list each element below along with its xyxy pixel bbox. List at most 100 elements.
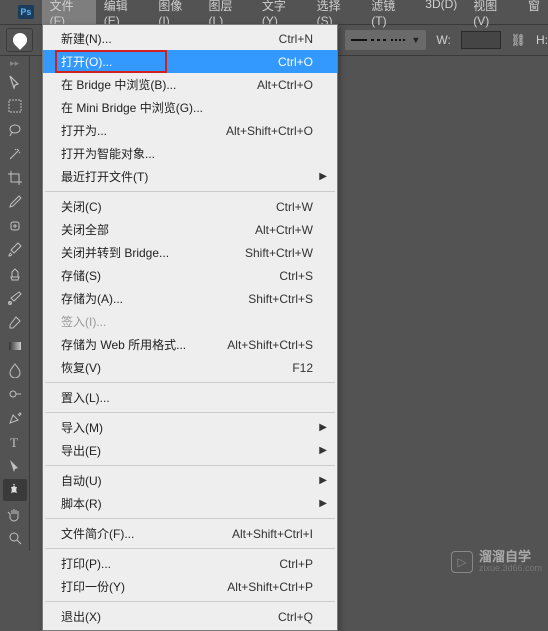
menu-item-label: 打印一份(Y) — [61, 578, 125, 595]
menu-item-shortcut: Ctrl+O — [278, 55, 313, 69]
menu-item-label: 关闭并转到 Bridge... — [61, 244, 169, 261]
menu-item-shortcut: Ctrl+W — [276, 200, 313, 214]
magic-wand-tool[interactable] — [3, 143, 27, 165]
menu-separator — [45, 548, 335, 549]
menu-item[interactable]: 新建(N)...Ctrl+N — [43, 27, 337, 50]
menu-7[interactable]: 3D(D) — [417, 0, 465, 32]
tools-panel: ▸▸ T — [0, 56, 30, 551]
dashed-line-icon — [371, 39, 387, 41]
menu-item-shortcut: Alt+Shift+Ctrl+I — [232, 527, 313, 541]
history-brush-tool[interactable] — [3, 287, 27, 309]
marquee-tool[interactable] — [3, 95, 27, 117]
gradient-tool[interactable] — [3, 335, 27, 357]
menu-item[interactable]: 恢复(V)F12 — [43, 356, 337, 379]
menu-separator — [45, 382, 335, 383]
menu-item[interactable]: 自动(U) ▶ — [43, 469, 337, 492]
lasso-tool[interactable] — [3, 119, 27, 141]
menu-item[interactable]: 存储(S) Ctrl+S — [43, 264, 337, 287]
menu-item-label: 签入(I)... — [61, 313, 106, 330]
menu-item-shortcut: Ctrl+P — [279, 557, 313, 571]
watermark-brand: 溜溜自学 — [479, 550, 542, 564]
eraser-tool[interactable] — [3, 311, 27, 333]
menu-9[interactable]: 窗 — [520, 0, 548, 32]
clone-stamp-tool[interactable] — [3, 263, 27, 285]
menu-item[interactable]: 存储为 Web 所用格式...Alt+Shift+Ctrl+S — [43, 333, 337, 356]
width-input[interactable] — [461, 31, 501, 49]
menu-item[interactable]: 文件简介(F)...Alt+Shift+Ctrl+I — [43, 522, 337, 545]
menu-item[interactable]: 导入(M)▶ — [43, 416, 337, 439]
shape-tool-preset[interactable] — [6, 28, 33, 52]
watermark: ▷ 溜溜自学 zixue.3d66.com — [451, 550, 542, 574]
menu-item[interactable]: 脚本(R) ▶ — [43, 492, 337, 515]
menu-item-label: 置入(L)... — [61, 389, 110, 406]
menu-item[interactable]: 在 Bridge 中浏览(B)...Alt+Ctrl+O — [43, 73, 337, 96]
link-wh-icon[interactable]: ⛓ — [511, 33, 526, 47]
menu-item[interactable]: 打印一份(Y)Alt+Shift+Ctrl+P — [43, 575, 337, 598]
menu-8[interactable]: 视图(V) — [465, 0, 520, 32]
stroke-style-picker[interactable]: ▼ — [345, 30, 426, 50]
crop-tool[interactable] — [3, 167, 27, 189]
menu-item-shortcut: Alt+Shift+Ctrl+O — [226, 124, 313, 138]
hand-tool[interactable] — [3, 503, 27, 525]
menu-item-label: 导出(E) — [61, 442, 101, 459]
menu-item-label: 在 Mini Bridge 中浏览(G)... — [61, 99, 203, 116]
brush-tool[interactable] — [3, 239, 27, 261]
submenu-arrow-icon: ▶ — [319, 475, 327, 486]
menu-item-label: 自动(U) — [61, 472, 102, 489]
ps-logo-icon: Ps — [18, 5, 34, 19]
healing-brush-tool[interactable] — [3, 215, 27, 237]
custom-shape-tool[interactable] — [3, 479, 27, 501]
submenu-arrow-icon: ▶ — [319, 498, 327, 509]
dodge-tool[interactable] — [3, 383, 27, 405]
menu-separator — [45, 412, 335, 413]
menu-item[interactable]: 打开为... Alt+Shift+Ctrl+O — [43, 119, 337, 142]
height-label: H: — [536, 33, 548, 47]
custom-shape-icon — [10, 30, 30, 50]
watermark-url: zixue.3d66.com — [479, 564, 542, 574]
menu-item-label: 恢复(V) — [61, 359, 101, 376]
width-label: W: — [436, 33, 450, 47]
menu-separator — [45, 518, 335, 519]
submenu-arrow-icon: ▶ — [319, 445, 327, 456]
move-tool[interactable] — [3, 71, 27, 93]
menu-item-label: 关闭(C) — [61, 198, 102, 215]
menu-item-shortcut: Ctrl+S — [279, 269, 313, 283]
menu-item-shortcut: Shift+Ctrl+W — [245, 246, 313, 260]
menu-item[interactable]: 退出(X)Ctrl+Q — [43, 605, 337, 628]
menu-item[interactable]: 关闭并转到 Bridge... Shift+Ctrl+W — [43, 241, 337, 264]
menu-item[interactable]: 打开为智能对象... — [43, 142, 337, 165]
menu-item-label: 退出(X) — [61, 608, 101, 625]
pen-tool[interactable] — [3, 407, 27, 429]
solid-line-icon — [351, 39, 367, 41]
panel-grip-icon: ▸▸ — [0, 58, 29, 69]
menu-item-shortcut: Shift+Ctrl+S — [248, 292, 313, 306]
menu-item[interactable]: 在 Mini Bridge 中浏览(G)... — [43, 96, 337, 119]
menu-item[interactable]: 打开(O)...Ctrl+O — [43, 50, 337, 73]
menu-item-label: 存储为(A)... — [61, 290, 123, 307]
menu-6[interactable]: 滤镜(T) — [363, 0, 417, 32]
blur-tool[interactable] — [3, 359, 27, 381]
menu-item: 签入(I)... — [43, 310, 337, 333]
menu-item[interactable]: 最近打开文件(T)▶ — [43, 165, 337, 188]
type-tool[interactable]: T — [3, 431, 27, 453]
path-selection-tool[interactable] — [3, 455, 27, 477]
zoom-tool[interactable] — [3, 527, 27, 549]
menu-item[interactable]: 存储为(A)... Shift+Ctrl+S — [43, 287, 337, 310]
menu-item-label: 脚本(R) — [61, 495, 102, 512]
menu-item[interactable]: 关闭(C) Ctrl+W — [43, 195, 337, 218]
menu-item-label: 最近打开文件(T) — [61, 168, 148, 185]
eyedropper-tool[interactable] — [3, 191, 27, 213]
menu-separator — [45, 191, 335, 192]
menu-item[interactable]: 打印(P)...Ctrl+P — [43, 552, 337, 575]
menu-item-label: 存储(S) — [61, 267, 101, 284]
file-menu-dropdown: 新建(N)...Ctrl+N打开(O)...Ctrl+O在 Bridge 中浏览… — [42, 24, 338, 631]
menu-item-label: 打开为智能对象... — [61, 145, 155, 162]
menu-separator — [45, 601, 335, 602]
menu-separator — [45, 465, 335, 466]
menubar: Ps 文件(F)编辑(E)图像(I)图层(L)文字(Y)选择(S)滤镜(T)3D… — [0, 0, 548, 24]
menu-item[interactable]: 置入(L)... — [43, 386, 337, 409]
menu-item-label: 存储为 Web 所用格式... — [61, 336, 186, 353]
menu-item[interactable]: 导出(E) ▶ — [43, 439, 337, 462]
menu-item[interactable]: 关闭全部Alt+Ctrl+W — [43, 218, 337, 241]
menu-item-label: 打开为... — [61, 122, 107, 139]
